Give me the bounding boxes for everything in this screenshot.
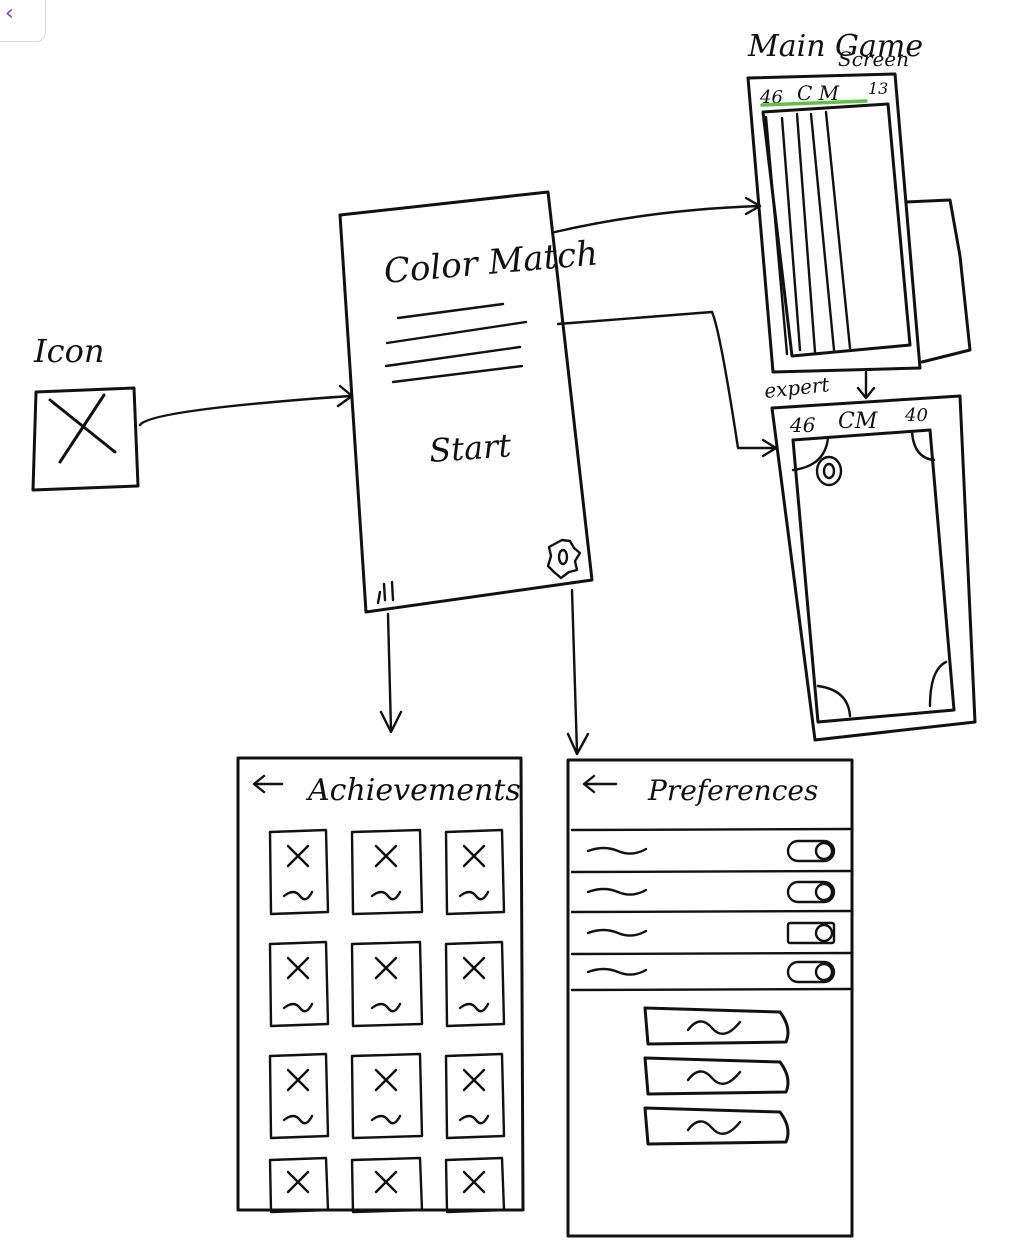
image-placeholder-icon	[286, 1170, 310, 1194]
preference-row[interactable]	[586, 880, 836, 904]
preference-label	[586, 887, 648, 896]
description-lines	[384, 302, 528, 384]
icon-label: Icon	[33, 332, 104, 370]
icon-placeholder	[31, 386, 140, 492]
achievement-caption	[282, 1002, 314, 1013]
image-placeholder-icon	[286, 956, 310, 980]
achievements-title: Achievements	[305, 773, 521, 808]
image-placeholder-icon	[286, 844, 310, 868]
image-placeholder-icon	[374, 844, 398, 868]
divider	[570, 869, 852, 874]
image-placeholder-icon	[462, 1170, 486, 1194]
toggle-switch[interactable]	[786, 880, 836, 904]
main-game-screen: 46 C M 13	[746, 72, 972, 374]
achievement-tile[interactable]	[350, 1052, 424, 1140]
achievement-tile[interactable]	[268, 828, 330, 916]
achievement-grid	[268, 828, 506, 1214]
achievement-caption	[458, 1114, 490, 1125]
preference-button[interactable]	[643, 1106, 790, 1146]
expert-score-left: 46	[789, 413, 816, 437]
main-game-label-2: Screen	[838, 47, 909, 71]
image-placeholder-icon	[374, 956, 398, 980]
expert-game-screen: 46 CM 40	[770, 394, 977, 742]
preference-button[interactable]	[643, 1006, 790, 1046]
toggle-switch[interactable]	[786, 960, 836, 984]
preference-row[interactable]	[586, 839, 836, 863]
app-title: Color Match	[382, 233, 599, 292]
divider	[570, 987, 852, 992]
achievement-caption	[282, 890, 314, 901]
image-placeholder-icon	[462, 844, 486, 868]
image-placeholder-icon	[374, 1068, 398, 1092]
preference-label	[586, 967, 648, 976]
start-button[interactable]: Start	[428, 426, 513, 470]
achievement-tile[interactable]	[444, 1052, 506, 1140]
achievement-caption	[458, 1002, 490, 1013]
expert-title-abbrev: CM	[838, 409, 878, 434]
preference-row[interactable]	[586, 921, 836, 945]
target-icon[interactable]	[815, 455, 843, 487]
achievement-tile[interactable]	[444, 940, 506, 1028]
image-placeholder-icon	[286, 1068, 310, 1092]
achievement-tile[interactable]	[444, 828, 506, 916]
button-label	[686, 1120, 742, 1135]
achievement-tile[interactable]	[268, 1052, 330, 1140]
achievement-tile[interactable]	[268, 940, 330, 1028]
preferences-screen: Preferences	[566, 758, 854, 1238]
preference-list	[570, 827, 852, 992]
achievements-screen: Achievements	[236, 756, 525, 1214]
expert-label: expert	[763, 372, 831, 403]
main-score-right: 13	[868, 79, 888, 98]
preference-button[interactable]	[643, 1056, 790, 1096]
gear-icon[interactable]	[546, 538, 582, 580]
preference-buttons	[643, 1006, 790, 1146]
button-label	[686, 1020, 742, 1035]
preferences-title: Preferences	[647, 774, 818, 807]
achievement-caption	[370, 1002, 402, 1013]
expert-score-right: 40	[904, 405, 928, 426]
achievement-tile[interactable]	[350, 828, 424, 916]
wireframe-canvas: Icon Color Match Start Main Game Screen …	[31, 29, 977, 1238]
back-arrow-icon[interactable]	[252, 774, 284, 794]
achievement-tile[interactable]	[350, 1156, 424, 1214]
start-screen: Color Match Start	[338, 190, 600, 614]
image-placeholder-icon	[462, 956, 486, 980]
achievement-tile[interactable]	[444, 1156, 506, 1214]
achievement-tile[interactable]	[268, 1156, 330, 1214]
image-placeholder-icon	[374, 1170, 398, 1194]
achievement-caption	[458, 890, 490, 901]
button-label	[686, 1070, 742, 1085]
toggle-switch[interactable]	[786, 839, 836, 863]
toggle-switch[interactable]	[786, 921, 836, 945]
achievement-caption	[370, 1114, 402, 1125]
bar-chart-icon[interactable]	[376, 580, 395, 605]
achievement-caption	[370, 890, 402, 901]
achievement-tile[interactable]	[350, 940, 424, 1028]
preference-label	[586, 928, 648, 937]
divider	[570, 827, 852, 832]
preference-label	[586, 846, 648, 855]
back-arrow-icon[interactable]	[582, 774, 618, 794]
divider	[570, 909, 852, 914]
image-placeholder-icon	[462, 1068, 486, 1092]
preference-row[interactable]	[586, 960, 836, 984]
divider	[570, 951, 852, 956]
achievement-caption	[282, 1114, 314, 1125]
